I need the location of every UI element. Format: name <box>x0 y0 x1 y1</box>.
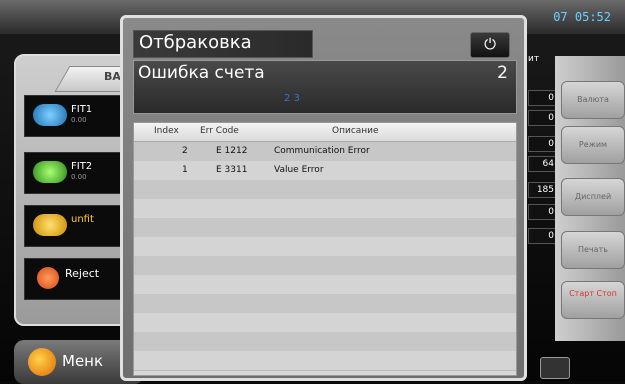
table-header: Index Err Code Описание <box>134 123 516 142</box>
table-row-empty <box>134 199 516 219</box>
sidebar-item-sub: 0.00 <box>71 116 87 124</box>
sidebar-item-label: Reject <box>65 267 100 280</box>
error-indicator: 2 3 <box>284 93 300 104</box>
sidebar-item-label: FIT1 <box>71 104 93 115</box>
table-row[interactable]: 1 E 3311 Value Error <box>134 161 516 181</box>
count-value: 0 <box>528 136 558 152</box>
cell-code: E 3311 <box>216 165 248 175</box>
count-value: 64 <box>528 156 558 172</box>
currency-button[interactable]: Валюта <box>561 81 625 119</box>
table-row-empty <box>134 351 516 371</box>
dialog-title: Отбраковка <box>139 32 252 53</box>
table-row-empty <box>134 294 516 314</box>
column-header-code: Err Code <box>200 126 239 136</box>
table-row-empty <box>134 313 516 333</box>
reject-icon <box>37 267 59 289</box>
error-summary: Ошибка счета 2 2 3 <box>133 60 517 114</box>
table-row-empty <box>134 237 516 257</box>
clock: 07 05:52 <box>553 10 611 24</box>
power-icon[interactable]: ⏻ <box>470 32 510 58</box>
table-row-empty <box>134 256 516 276</box>
table-row-empty <box>134 218 516 238</box>
count-value: 0 <box>528 110 558 126</box>
sidebar-item-sub: 0.00 <box>71 173 87 181</box>
sidebar-item-label: FIT2 <box>71 161 93 172</box>
app-screen: 07 05:52 ВАЛ FIT1 0.00 FIT2 0.00 unfit R… <box>0 0 625 384</box>
status-icon[interactable] <box>540 357 570 379</box>
fit1-icon <box>33 104 67 126</box>
column-header-desc: Описание <box>332 126 379 136</box>
table-row-empty <box>134 332 516 352</box>
sidebar-item-reject[interactable]: Reject <box>24 258 126 300</box>
start-stop-button[interactable]: Старт Стоп <box>561 281 625 319</box>
count-value: 185 <box>528 182 558 198</box>
reject-dialog: Отбраковка ⏻ Ошибка счета 2 2 3 Index Er… <box>120 15 527 381</box>
table-row[interactable]: 2 E 1212 Communication Error <box>134 142 516 162</box>
count-value: 0 <box>528 228 558 244</box>
count-value: 0 <box>528 204 558 220</box>
sidebar-item-fit1[interactable]: FIT1 0.00 <box>24 95 126 137</box>
error-title: Ошибка счета <box>138 63 265 83</box>
sidebar-item-label: unfit <box>71 214 94 225</box>
table-row-empty <box>134 275 516 295</box>
right-panel: Валюта Режим Дисплей Печать Старт Стоп <box>555 56 625 341</box>
display-button[interactable]: Дисплей <box>561 178 625 216</box>
menu-label: Менк <box>62 352 104 370</box>
count-value: 0 <box>528 90 558 106</box>
error-count: 2 <box>497 63 508 83</box>
mode-button[interactable]: Режим <box>561 126 625 164</box>
cell-index: 1 <box>182 165 188 175</box>
column-header-index: Index <box>154 126 179 136</box>
sidebar-item-unfit[interactable]: unfit <box>24 205 126 247</box>
menu-icon <box>28 348 56 376</box>
sidebar-item-fit2[interactable]: FIT2 0.00 <box>24 152 126 194</box>
cell-desc: Communication Error <box>274 146 370 156</box>
unfit-icon <box>33 214 67 236</box>
table-row-empty <box>134 180 516 200</box>
cell-index: 2 <box>182 146 188 156</box>
print-button[interactable]: Печать <box>561 231 625 269</box>
counts-header: ит <box>528 54 540 64</box>
cell-code: E 1212 <box>216 146 248 156</box>
cell-desc: Value Error <box>274 165 324 175</box>
error-table: Index Err Code Описание 2 E 1212 Communi… <box>133 122 517 376</box>
fit2-icon <box>33 161 67 183</box>
